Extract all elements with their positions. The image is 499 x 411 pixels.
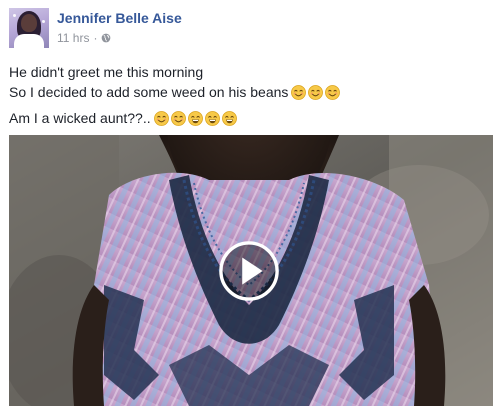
post-text: He didn't greet me this morning [9, 64, 204, 80]
smiling-face-icon [325, 84, 341, 100]
smiling-face-icon [308, 84, 324, 100]
post-text-line: He didn't greet me this morning [9, 64, 203, 80]
post-timestamp[interactable]: 11 hrs [57, 31, 89, 45]
globe-icon[interactable] [101, 33, 111, 43]
emoji-group [152, 110, 237, 126]
avatar-face [21, 14, 37, 32]
smiling-face-icon [170, 110, 186, 126]
facebook-post: Jennifer Belle Aise 11 hrs · He didn't g… [0, 0, 499, 411]
smiling-face-icon [291, 84, 307, 100]
author-name-link[interactable]: Jennifer Belle Aise [57, 10, 182, 26]
avatar-shirt [14, 34, 44, 48]
video-player[interactable] [9, 135, 493, 406]
emoji-group [289, 84, 341, 100]
avatar-sparkle [39, 38, 42, 41]
meta-separator: · [93, 31, 98, 45]
avatar-sparkle [13, 14, 16, 17]
post-text-line: Am I a wicked aunt??.. [9, 110, 237, 126]
post-text: Am I a wicked aunt??.. [9, 110, 151, 126]
author-avatar[interactable] [9, 8, 49, 48]
grinning-face-icon [221, 110, 237, 126]
grinning-face-icon [204, 110, 220, 126]
post-meta: 11 hrs · [57, 31, 111, 45]
play-icon[interactable] [218, 240, 280, 302]
grinning-face-icon [187, 110, 203, 126]
post-text: So I decided to add some weed on his bea… [9, 84, 289, 100]
smiling-face-icon [153, 110, 169, 126]
post-text-line: So I decided to add some weed on his bea… [9, 84, 341, 100]
avatar-sparkle [42, 20, 45, 23]
